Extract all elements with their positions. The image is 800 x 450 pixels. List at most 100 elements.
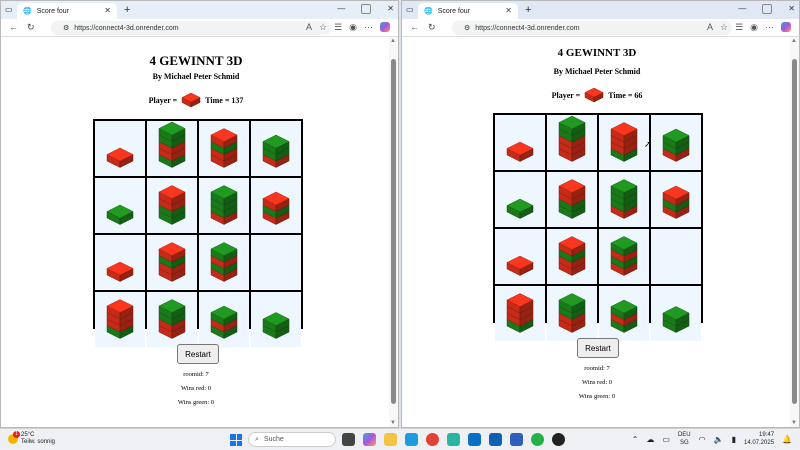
board-cell[interactable] (147, 178, 197, 233)
whatsapp-icon[interactable] (531, 433, 544, 446)
minimize-icon[interactable]: — (738, 4, 746, 14)
board-cell[interactable] (95, 235, 145, 290)
sidebar-toggle-icon[interactable]: ▭ (406, 5, 414, 14)
favorites-icon[interactable]: ☰ (735, 22, 743, 33)
url-field[interactable]: ⚙ https://connect4-3d.onrender.com (452, 21, 732, 35)
chrome-icon[interactable] (426, 433, 439, 446)
task-view-icon[interactable] (342, 433, 355, 446)
more-icon[interactable]: ··· (765, 22, 774, 33)
app-icon[interactable] (447, 433, 460, 446)
favorite-icon[interactable]: ☆ (319, 22, 327, 33)
volume-icon[interactable]: 🔈 (714, 435, 724, 444)
new-tab-icon[interactable]: + (525, 4, 531, 16)
profile-icon[interactable]: ◉ (750, 22, 758, 33)
url-text: https://connect4-3d.onrender.com (74, 24, 179, 32)
board-cell[interactable] (651, 286, 701, 341)
read-aloud-icon[interactable]: A (306, 22, 312, 33)
copilot-app-icon[interactable] (363, 433, 376, 446)
reload-icon[interactable]: ↻ (428, 22, 436, 33)
minimize-icon[interactable]: — (337, 4, 345, 14)
board-cell[interactable] (599, 115, 649, 170)
board-cell[interactable] (651, 172, 701, 227)
restart-button[interactable]: Restart (177, 344, 219, 364)
chevron-up-icon[interactable]: ⌃ (632, 435, 639, 444)
back-icon[interactable]: ← (9, 22, 18, 33)
board-cell[interactable] (95, 178, 145, 233)
board-cell[interactable] (199, 121, 249, 176)
board-cell[interactable] (251, 235, 301, 290)
url-field[interactable]: ⚙ https://connect4-3d.onrender.com (51, 21, 331, 35)
board-cell[interactable] (651, 115, 701, 170)
close-tab-icon[interactable]: ✕ (505, 6, 512, 15)
site-info-icon[interactable]: ⚙ (63, 24, 69, 32)
board-cell[interactable] (547, 172, 597, 227)
word-icon[interactable] (510, 433, 523, 446)
board-cell[interactable] (547, 115, 597, 170)
board-cell[interactable] (599, 286, 649, 341)
board-cell[interactable] (147, 121, 197, 176)
browser-tab[interactable]: 🌐 Score four ✕ (17, 3, 117, 19)
profile-icon[interactable]: ◉ (349, 22, 357, 33)
maximize-icon[interactable] (762, 4, 773, 14)
board-cell[interactable] (651, 229, 701, 284)
board-cell[interactable] (495, 286, 545, 341)
piece-stack (610, 179, 638, 219)
close-window-icon[interactable]: ✕ (387, 4, 394, 14)
clock[interactable]: 19:47 14.07.2025 (744, 431, 774, 447)
file-explorer-icon[interactable] (384, 433, 397, 446)
board-cell[interactable] (251, 292, 301, 347)
sidebar-toggle-icon[interactable]: ▭ (5, 5, 13, 14)
board-cell[interactable] (495, 229, 545, 284)
browser-tab[interactable]: 🌐 Score four ✕ (418, 3, 518, 19)
board-cell[interactable] (599, 229, 649, 284)
cloud-icon[interactable]: ☁ (646, 435, 654, 444)
more-icon[interactable]: ··· (364, 22, 373, 33)
board-cell[interactable] (199, 178, 249, 233)
page-scrollbar[interactable]: ▲ ▼ (389, 37, 398, 427)
maximize-icon[interactable] (361, 4, 372, 14)
battery-icon[interactable]: ▮ (732, 435, 736, 444)
back-icon[interactable]: ← (410, 22, 419, 33)
wifi-icon[interactable]: ◠ (699, 435, 706, 444)
language-indicator[interactable]: DEU SG (678, 431, 691, 447)
weather-widget[interactable]: 1 25°C Teilw. sonnig (8, 431, 55, 446)
copilot-icon[interactable] (781, 22, 791, 32)
player-cube-icon (584, 87, 604, 103)
taskbar-search[interactable]: ⌕ Suche (248, 432, 336, 447)
board-cell[interactable] (599, 172, 649, 227)
outlook-icon[interactable] (489, 433, 502, 446)
read-aloud-icon[interactable]: A (707, 22, 713, 33)
close-tab-icon[interactable]: ✕ (104, 6, 111, 15)
board-cell[interactable] (251, 121, 301, 176)
board-cell[interactable] (547, 286, 597, 341)
edge-icon[interactable] (405, 433, 418, 446)
site-info-icon[interactable]: ⚙ (464, 24, 470, 32)
board-cell[interactable] (199, 292, 249, 347)
start-button[interactable] (230, 434, 242, 446)
piece-stack (662, 306, 690, 333)
copilot-icon[interactable] (380, 22, 390, 32)
board-cell[interactable] (251, 178, 301, 233)
favorite-icon[interactable]: ☆ (720, 22, 728, 33)
reload-icon[interactable]: ↻ (27, 22, 35, 33)
page-scrollbar[interactable]: ▲ ▼ (790, 37, 799, 427)
board-cell[interactable] (547, 229, 597, 284)
display-icon[interactable]: ▭ (662, 435, 670, 444)
board-cell[interactable] (147, 235, 197, 290)
obs-icon[interactable] (552, 433, 565, 446)
notifications-icon[interactable]: 🔔 (782, 435, 792, 444)
board-cell[interactable] (495, 172, 545, 227)
vscode-icon[interactable] (468, 433, 481, 446)
board-cell[interactable] (95, 121, 145, 176)
restart-button[interactable]: Restart (577, 338, 619, 358)
author-subtitle: By Michael Peter Schmid (152, 72, 240, 81)
board-cell[interactable] (147, 292, 197, 347)
piece-stack (662, 185, 690, 219)
favorites-icon[interactable]: ☰ (334, 22, 342, 33)
board-cell[interactable] (95, 292, 145, 347)
piece-stack (158, 121, 186, 168)
board-cell[interactable] (199, 235, 249, 290)
board-cell[interactable] (495, 115, 545, 170)
new-tab-icon[interactable]: + (124, 4, 130, 16)
close-window-icon[interactable]: ✕ (788, 4, 795, 14)
